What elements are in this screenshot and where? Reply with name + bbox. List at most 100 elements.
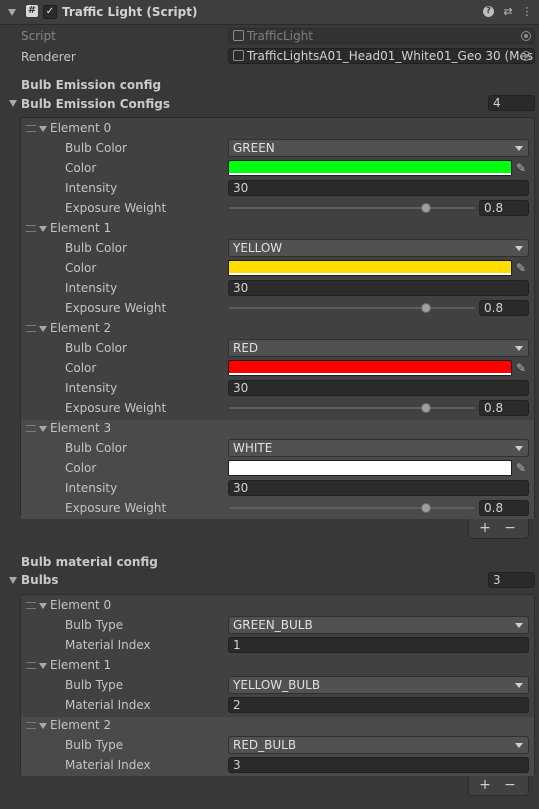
exposure-weight-field[interactable]: 0.8 — [479, 400, 529, 416]
remove-element-button[interactable]: − — [500, 520, 520, 536]
eyedropper-icon[interactable]: ✎ — [513, 460, 529, 476]
add-element-button[interactable]: + — [475, 777, 495, 793]
element-label[interactable]: Element 3 — [50, 420, 111, 436]
object-picker-icon[interactable] — [521, 51, 531, 61]
element-foldout-icon[interactable] — [39, 663, 47, 669]
material-index-field[interactable]: 3 — [228, 757, 529, 773]
chevron-down-icon — [515, 146, 523, 151]
exposure-slider-track[interactable] — [229, 407, 475, 409]
exposure-slider-thumb[interactable] — [421, 303, 431, 313]
bulbs-list-foldout-icon[interactable] — [9, 577, 17, 584]
intensity-field[interactable]: 30 — [228, 380, 529, 396]
element-label[interactable]: Element 2 — [50, 320, 111, 336]
help-icon[interactable]: ? — [483, 6, 494, 17]
drag-handle-icon[interactable] — [26, 425, 36, 432]
color-field[interactable] — [228, 460, 512, 476]
element-label[interactable]: Element 2 — [50, 717, 111, 733]
color-field[interactable] — [228, 160, 512, 176]
element-foldout-icon[interactable] — [39, 426, 47, 432]
context-menu-icon[interactable]: ⋮ — [520, 5, 534, 19]
bulb-color-dropdown[interactable]: RED — [228, 339, 529, 357]
bulbs-list-label[interactable]: Bulbs — [21, 572, 59, 588]
alpha-bar — [229, 273, 511, 275]
remove-element-button[interactable]: − — [500, 777, 520, 793]
exposure-slider-thumb[interactable] — [421, 503, 431, 513]
chevron-down-icon — [515, 743, 523, 748]
bulb-type-dropdown[interactable]: GREEN_BULB — [228, 616, 529, 634]
drag-handle-icon[interactable] — [26, 662, 36, 669]
object-picker-icon — [521, 31, 531, 41]
emission-list-footer: + − — [468, 519, 529, 539]
component-title: Traffic Light (Script) — [62, 5, 198, 19]
bulb-type-dropdown[interactable]: YELLOW_BULB — [228, 676, 529, 694]
material-index-label: Material Index — [65, 758, 151, 772]
drag-handle-icon[interactable] — [26, 325, 36, 332]
component-enabled-checkbox[interactable]: ✓ — [43, 5, 57, 19]
script-value: TrafficLight — [247, 29, 313, 43]
bulb-color-dropdown[interactable]: WHITE — [228, 439, 529, 457]
drag-handle-icon[interactable] — [26, 722, 36, 729]
intensity-label: Intensity — [65, 381, 118, 395]
exposure-weight-field[interactable]: 0.8 — [479, 300, 529, 316]
element-foldout-icon[interactable] — [39, 603, 47, 609]
eyedropper-icon[interactable]: ✎ — [513, 360, 529, 376]
bulb-color-dropdown[interactable]: GREEN — [228, 139, 529, 157]
color-field[interactable] — [228, 360, 512, 376]
material-index-field[interactable]: 2 — [228, 697, 529, 713]
bulbs-count-field[interactable]: 3 — [488, 572, 535, 588]
bulb-color-dropdown[interactable]: YELLOW — [228, 239, 529, 257]
intensity-label: Intensity — [65, 481, 118, 495]
exposure-slider-thumb[interactable] — [421, 203, 431, 213]
chevron-down-icon — [515, 446, 523, 451]
bulb-color-value: RED — [233, 341, 259, 355]
drag-handle-icon[interactable] — [26, 225, 36, 232]
color-label: Color — [65, 161, 97, 175]
drag-handle-icon[interactable] — [26, 125, 36, 132]
component-foldout-icon[interactable] — [8, 9, 16, 16]
presets-icon[interactable]: ⇄ — [501, 5, 515, 19]
material-section-header: Bulb material config — [21, 555, 158, 569]
eyedropper-icon[interactable]: ✎ — [513, 260, 529, 276]
script-field: TrafficLight — [228, 28, 535, 44]
intensity-label: Intensity — [65, 281, 118, 295]
element-foldout-icon[interactable] — [39, 326, 47, 332]
element-label[interactable]: Element 0 — [50, 120, 111, 136]
bulb-color-label: Bulb Color — [65, 441, 127, 455]
intensity-field[interactable]: 30 — [228, 280, 529, 296]
element-foldout-icon[interactable] — [39, 226, 47, 232]
exposure-weight-field[interactable]: 0.8 — [479, 200, 529, 216]
element-label[interactable]: Element 1 — [50, 220, 111, 236]
element-label[interactable]: Element 1 — [50, 657, 111, 673]
component-header: # ✓ Traffic Light (Script) ? ⇄ ⋮ — [0, 0, 539, 25]
eyedropper-icon[interactable]: ✎ — [513, 160, 529, 176]
exposure-weight-label: Exposure Weight — [65, 301, 167, 315]
intensity-field[interactable]: 30 — [228, 180, 529, 196]
renderer-label: Renderer — [21, 50, 76, 64]
renderer-field[interactable]: TrafficLightsA01_Head01_White01_Geo 30 (… — [228, 48, 535, 64]
bulb-type-label: Bulb Type — [65, 618, 124, 632]
element-foldout-icon[interactable] — [39, 126, 47, 132]
intensity-field[interactable]: 30 — [228, 480, 529, 496]
emission-list-foldout-icon[interactable] — [9, 100, 17, 107]
element-foldout-icon[interactable] — [39, 723, 47, 729]
element-label[interactable]: Element 0 — [50, 597, 111, 613]
bulb-color-label: Bulb Color — [65, 241, 127, 255]
add-element-button[interactable]: + — [475, 520, 495, 536]
emission-list-label[interactable]: Bulb Emission Configs — [21, 96, 170, 112]
exposure-slider-track[interactable] — [229, 207, 475, 209]
exposure-weight-label: Exposure Weight — [65, 401, 167, 415]
alpha-bar — [229, 173, 511, 175]
chevron-down-icon — [515, 683, 523, 688]
exposure-slider-track[interactable] — [229, 307, 475, 309]
exposure-weight-field[interactable]: 0.8 — [479, 500, 529, 516]
drag-handle-icon[interactable] — [26, 602, 36, 609]
color-label: Color — [65, 261, 97, 275]
bulb-color-value: YELLOW — [233, 241, 283, 255]
exposure-slider-track[interactable] — [229, 507, 475, 509]
color-field[interactable] — [228, 260, 512, 276]
color-label: Color — [65, 461, 97, 475]
bulb-type-dropdown[interactable]: RED_BULB — [228, 736, 529, 754]
exposure-slider-thumb[interactable] — [421, 403, 431, 413]
material-index-field[interactable]: 1 — [228, 637, 529, 653]
emission-count-field[interactable]: 4 — [488, 95, 535, 111]
